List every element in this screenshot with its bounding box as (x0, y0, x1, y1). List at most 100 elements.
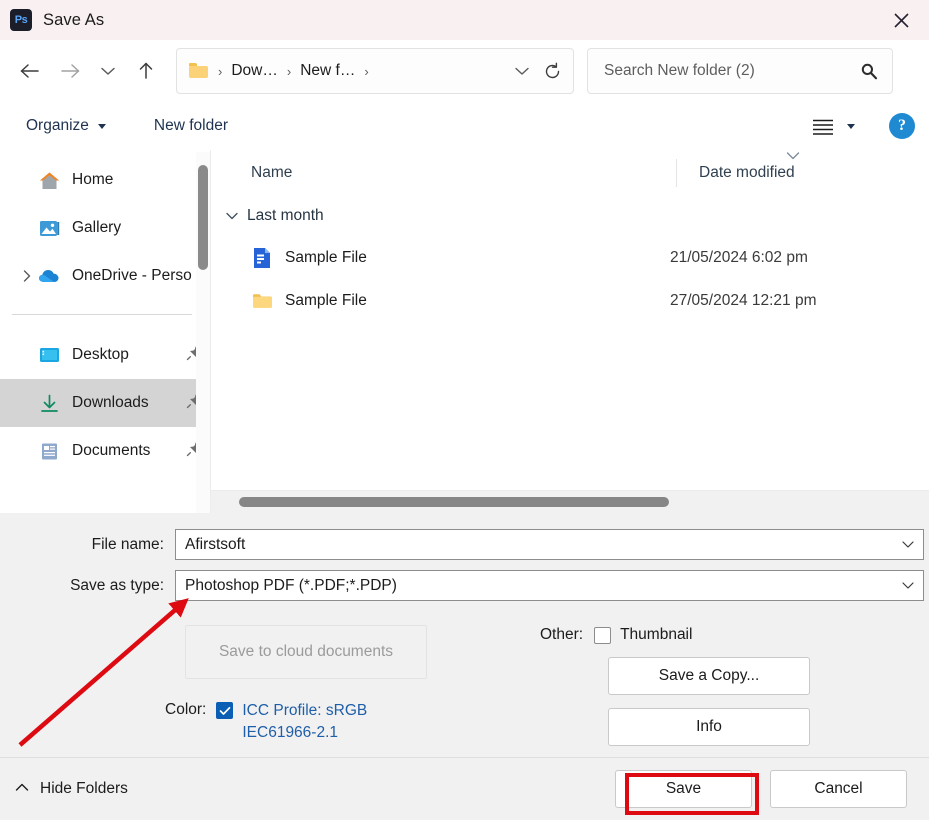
command-bar-right: ? (803, 112, 915, 141)
column-header-name[interactable]: Name (251, 164, 676, 182)
column-headers: Name Date modified (211, 150, 929, 196)
sidebar-item-gallery[interactable]: Gallery (0, 204, 210, 252)
arrow-right-icon (61, 64, 80, 78)
forward-button[interactable] (50, 51, 90, 91)
caret-down-icon (97, 123, 106, 129)
expand-chevron-icon[interactable] (16, 269, 38, 283)
table-row[interactable]: Sample File 27/05/2024 12:21 pm (211, 279, 929, 322)
column-header-date-modified[interactable]: Date modified (676, 152, 929, 187)
group-header-last-month[interactable]: Last month (211, 196, 929, 236)
icc-profile-line1: ICC Profile: sRGB (242, 702, 368, 719)
file-name-row: File name: Afirstsoft (0, 529, 929, 560)
sidebar-scrollbar[interactable] (196, 152, 210, 513)
sidebar-item-downloads[interactable]: Downloads (0, 379, 210, 427)
file-name-value[interactable]: Afirstsoft (185, 536, 897, 554)
color-label: Color: (165, 701, 207, 718)
up-button[interactable] (126, 51, 166, 91)
refresh-icon (545, 62, 559, 78)
sidebar-divider (12, 314, 192, 315)
icc-profile-line2: IEC61966-2.1 (242, 724, 339, 741)
list-view-icon (813, 119, 833, 135)
chevron-down-icon[interactable] (897, 581, 919, 590)
sidebar-item-label: Gallery (72, 219, 122, 236)
group-label: Last month (247, 207, 324, 224)
sort-descending-icon (785, 148, 801, 166)
save-button[interactable]: Save (615, 770, 752, 808)
file-name: Sample File (285, 248, 367, 266)
other-label: Other: (540, 625, 584, 643)
home-icon (38, 169, 60, 191)
save-a-copy-button[interactable]: Save a Copy... (608, 657, 810, 695)
info-button[interactable]: Info (608, 708, 810, 746)
breadcrumb-separator: › (218, 63, 223, 79)
caret-down-icon (847, 123, 855, 129)
browser-body: Home Gallery OneDrive - Perso Desktop Do… (0, 150, 929, 513)
help-button[interactable]: ? (889, 113, 915, 139)
save-to-cloud-documents-button[interactable]: Save to cloud documents (185, 625, 427, 679)
breadcrumb[interactable]: › Dow… › New f… › (176, 48, 574, 94)
sidebar-item-label: Home (72, 171, 114, 188)
view-options-button[interactable] (803, 112, 863, 141)
table-row[interactable]: Sample File 21/05/2024 6:02 pm (211, 236, 929, 279)
options-right-column: Other: Thumbnail Save a Copy... Info (540, 625, 929, 757)
arrow-left-icon (20, 64, 39, 78)
recent-locations-button[interactable] (90, 51, 126, 91)
breadcrumb-separator: › (286, 63, 292, 79)
window-title: Save As (43, 10, 105, 29)
new-folder-label: New folder (153, 117, 228, 134)
footer-buttons: Save Cancel (615, 770, 907, 808)
breadcrumb-item-new-folder[interactable]: New f… (300, 62, 355, 80)
other-option-row: Other: Thumbnail (540, 625, 929, 644)
save-as-type-value[interactable]: Photoshop PDF (*.PDF;*.PDP) (185, 577, 897, 595)
thumbnail-checkbox[interactable] (594, 627, 612, 644)
checkmark-icon (219, 706, 231, 715)
navigation-bar: › Dow… › New f… › (0, 40, 929, 102)
chevron-down-icon (515, 67, 529, 75)
gallery-icon (38, 217, 60, 239)
column-header-date-label: Date modified (699, 164, 795, 181)
save-as-type-combobox[interactable]: Photoshop PDF (*.PDF;*.PDP) (175, 570, 924, 601)
sidebar-scrollbar-thumb[interactable] (198, 165, 208, 270)
hide-folders-label: Hide Folders (40, 780, 128, 797)
breadcrumb-dropdown-button[interactable] (507, 54, 537, 88)
sidebar-item-home[interactable]: Home (0, 156, 210, 204)
hide-folders-button[interactable]: Hide Folders (14, 780, 128, 798)
sidebar-item-onedrive[interactable]: OneDrive - Perso (0, 252, 210, 300)
chevron-down-icon[interactable] (897, 540, 919, 549)
search-box[interactable] (587, 48, 893, 94)
breadcrumb-separator: › (364, 63, 369, 79)
search-icon (861, 63, 878, 80)
icc-profile-text: ICC Profile: sRGB IEC61966-2.1 (242, 700, 367, 744)
file-name-combobox[interactable]: Afirstsoft (175, 529, 924, 560)
file-list: Name Date modified Last month Sample Fil… (210, 150, 929, 513)
folder-icon (251, 290, 273, 312)
options-area: Save to cloud documents Color: ICC Profi… (0, 611, 929, 757)
save-as-dialog: Ps Save As › Dow… › New f… › Search New … (0, 0, 929, 820)
file-name-label: File name: (91, 535, 164, 553)
documents-icon (38, 440, 60, 462)
sidebar-item-desktop[interactable]: Desktop (0, 331, 210, 379)
refresh-button[interactable] (537, 54, 567, 88)
organize-menu-button[interactable]: Organize (18, 112, 114, 140)
cancel-button[interactable]: Cancel (770, 770, 907, 808)
color-option-row: Color: ICC Profile: sRGB IEC61966-2.1 (165, 700, 540, 744)
chevron-down-icon (225, 211, 239, 221)
chevron-up-icon (14, 780, 30, 798)
file-date-modified: 21/05/2024 6:02 pm (670, 248, 808, 266)
file-list-horizontal-scrollbar[interactable] (211, 490, 929, 513)
search-input[interactable] (604, 62, 860, 80)
thumbnail-label: Thumbnail (620, 625, 693, 643)
file-list-scrollbar-thumb[interactable] (239, 497, 669, 507)
arrow-up-icon (139, 62, 153, 79)
command-bar: Organize New folder ? (0, 102, 929, 150)
close-icon (893, 12, 909, 28)
sidebar-item-documents[interactable]: Documents (0, 427, 210, 475)
options-left-column: Save to cloud documents Color: ICC Profi… (0, 625, 540, 757)
new-folder-button[interactable]: New folder (146, 112, 236, 140)
icc-profile-checkbox[interactable] (216, 702, 234, 719)
back-button[interactable] (10, 51, 50, 91)
close-window-button[interactable] (873, 0, 929, 40)
breadcrumb-item-downloads[interactable]: Dow… (231, 62, 278, 80)
sidebar-item-label: Documents (72, 442, 151, 459)
sidebar-item-label: OneDrive - Perso (72, 267, 192, 284)
